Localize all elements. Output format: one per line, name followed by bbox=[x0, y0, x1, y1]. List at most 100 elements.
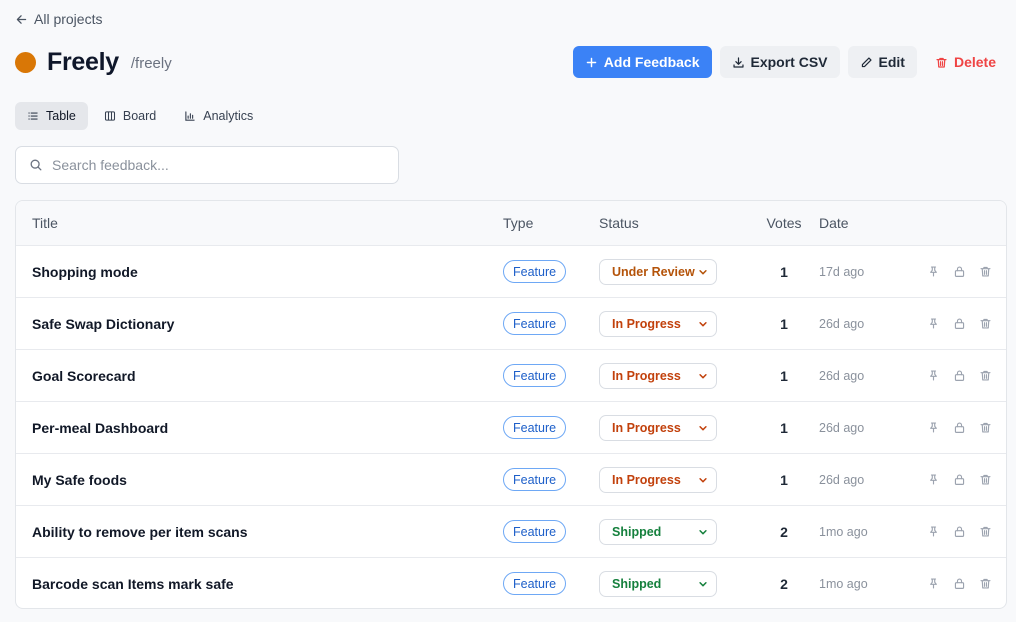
table-row[interactable]: Ability to remove per item scans Feature… bbox=[16, 505, 1006, 557]
table-row[interactable]: Goal Scorecard Feature In Progress 1 26d… bbox=[16, 349, 1006, 401]
row-title[interactable]: Safe Swap Dictionary bbox=[16, 298, 503, 349]
status-select[interactable]: Shipped bbox=[599, 570, 717, 597]
table-row[interactable]: My Safe foods Feature In Progress 1 26d … bbox=[16, 453, 1006, 505]
row-title[interactable]: Goal Scorecard bbox=[16, 350, 503, 401]
trash-icon[interactable] bbox=[979, 265, 992, 278]
row-status-cell: In Progress bbox=[599, 350, 749, 401]
edit-label: Edit bbox=[878, 54, 905, 70]
header-status[interactable]: Status bbox=[599, 201, 749, 245]
header-type[interactable]: Type bbox=[503, 201, 599, 245]
download-icon bbox=[732, 56, 745, 69]
trash-icon[interactable] bbox=[979, 577, 992, 590]
export-csv-button[interactable]: Export CSV bbox=[719, 46, 840, 78]
edit-button[interactable]: Edit bbox=[847, 46, 917, 78]
pin-icon[interactable] bbox=[927, 369, 940, 382]
table-row[interactable]: Per-meal Dashboard Feature In Progress 1… bbox=[16, 401, 1006, 453]
status-select[interactable]: In Progress bbox=[599, 310, 717, 337]
lock-icon[interactable] bbox=[953, 577, 966, 590]
row-type-cell: Feature bbox=[503, 506, 599, 557]
project-color-dot bbox=[15, 51, 36, 73]
status-label: Shipped bbox=[612, 576, 662, 591]
row-votes-cell: 2 bbox=[749, 506, 819, 557]
table-row[interactable]: Barcode scan Items mark safe Feature Shi… bbox=[16, 557, 1006, 608]
back-link[interactable]: All projects bbox=[15, 11, 102, 27]
chevron-down-icon bbox=[698, 319, 708, 329]
view-tabs: Table Board Analytics bbox=[15, 102, 265, 130]
pin-icon[interactable] bbox=[927, 421, 940, 434]
header-date[interactable]: Date bbox=[819, 201, 919, 245]
pin-icon[interactable] bbox=[927, 577, 940, 590]
row-title[interactable]: Shopping mode bbox=[16, 246, 503, 297]
lock-icon[interactable] bbox=[953, 473, 966, 486]
status-label: In Progress bbox=[612, 420, 681, 435]
row-actions bbox=[919, 246, 1006, 297]
type-badge: Feature bbox=[503, 416, 567, 439]
row-status-cell: Shipped bbox=[599, 558, 749, 608]
row-date: 1mo ago bbox=[819, 576, 868, 591]
lock-icon[interactable] bbox=[953, 265, 966, 278]
pin-icon[interactable] bbox=[927, 473, 940, 486]
row-date: 1mo ago bbox=[819, 524, 868, 539]
header-actions bbox=[919, 201, 1006, 245]
pencil-icon bbox=[860, 56, 873, 69]
row-date-cell: 1mo ago bbox=[819, 506, 919, 557]
trash-icon bbox=[935, 56, 948, 69]
status-select[interactable]: Shipped bbox=[599, 518, 717, 545]
bar-chart-icon bbox=[184, 110, 196, 122]
table-row[interactable]: Safe Swap Dictionary Feature In Progress… bbox=[16, 297, 1006, 349]
trash-icon[interactable] bbox=[979, 369, 992, 382]
status-select[interactable]: Under Review bbox=[599, 258, 717, 285]
trash-icon[interactable] bbox=[979, 421, 992, 434]
type-badge: Feature bbox=[503, 260, 567, 283]
export-csv-label: Export CSV bbox=[750, 54, 828, 70]
vote-count: 1 bbox=[780, 471, 788, 488]
chevron-down-icon bbox=[698, 423, 708, 433]
type-badge: Feature bbox=[503, 468, 567, 491]
status-label: Shipped bbox=[612, 524, 662, 539]
status-select[interactable]: In Progress bbox=[599, 466, 717, 493]
row-title[interactable]: Ability to remove per item scans bbox=[16, 506, 503, 557]
tab-table[interactable]: Table bbox=[15, 102, 88, 130]
vote-count: 1 bbox=[780, 263, 788, 280]
row-actions bbox=[919, 454, 1006, 505]
row-actions bbox=[919, 350, 1006, 401]
row-type-cell: Feature bbox=[503, 350, 599, 401]
header-votes[interactable]: Votes bbox=[749, 201, 819, 245]
trash-icon[interactable] bbox=[979, 473, 992, 486]
status-select[interactable]: In Progress bbox=[599, 414, 717, 441]
pin-icon[interactable] bbox=[927, 317, 940, 330]
row-votes-cell: 1 bbox=[749, 454, 819, 505]
search-input[interactable] bbox=[52, 157, 372, 173]
row-title[interactable]: My Safe foods bbox=[16, 454, 503, 505]
trash-icon[interactable] bbox=[979, 317, 992, 330]
pin-icon[interactable] bbox=[927, 525, 940, 538]
header-actions: Add Feedback Export CSV Edit Delete bbox=[572, 46, 1006, 78]
add-feedback-button[interactable]: Add Feedback bbox=[572, 46, 712, 78]
row-votes-cell: 1 bbox=[749, 298, 819, 349]
type-badge: Feature bbox=[503, 364, 567, 387]
project-header: Freely /freely Add Feedback Export CSV E… bbox=[15, 44, 1006, 80]
lock-icon[interactable] bbox=[953, 369, 966, 382]
add-feedback-label: Add Feedback bbox=[603, 54, 700, 70]
feedback-table: Title Type Status Votes Date Shopping mo… bbox=[15, 200, 1007, 609]
lock-icon[interactable] bbox=[953, 421, 966, 434]
tab-board[interactable]: Board bbox=[92, 102, 168, 130]
delete-button[interactable]: Delete bbox=[925, 46, 1006, 78]
lock-icon[interactable] bbox=[953, 317, 966, 330]
chevron-down-icon bbox=[698, 475, 708, 485]
columns-icon bbox=[104, 110, 116, 122]
row-title[interactable]: Barcode scan Items mark safe bbox=[16, 558, 503, 608]
status-label: In Progress bbox=[612, 316, 681, 331]
tab-analytics[interactable]: Analytics bbox=[172, 102, 265, 130]
status-label: In Progress bbox=[612, 368, 681, 383]
status-select[interactable]: In Progress bbox=[599, 362, 717, 389]
table-row[interactable]: Shopping mode Feature Under Review 1 17d… bbox=[16, 245, 1006, 297]
header-title[interactable]: Title bbox=[16, 201, 503, 245]
pin-icon[interactable] bbox=[927, 265, 940, 278]
lock-icon[interactable] bbox=[953, 525, 966, 538]
row-type-cell: Feature bbox=[503, 246, 599, 297]
back-link-label: All projects bbox=[34, 11, 103, 27]
row-actions bbox=[919, 506, 1006, 557]
row-title[interactable]: Per-meal Dashboard bbox=[16, 402, 503, 453]
trash-icon[interactable] bbox=[979, 525, 992, 538]
